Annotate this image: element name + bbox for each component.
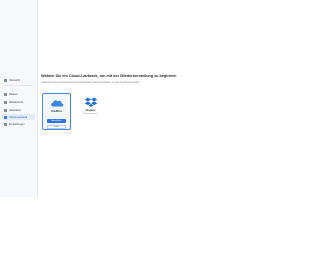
sidebar-item-activity[interactable]: Aktivitäten [2,107,35,113]
provider-status: Nicht verbunden [83,112,98,115]
onedrive-cloud-icon [50,100,63,107]
sidebar-item-overview[interactable]: Übersicht [2,77,35,83]
sign-in-button[interactable]: Anmelden [47,119,66,123]
gear-icon [4,122,7,126]
sidebar-item-label: Cloud-Laufwerk [9,115,28,119]
sidebar-item-cloud-drive[interactable]: Cloud-Laufwerk [2,114,35,120]
sidebar-item-label: Aktivitäten [9,108,21,112]
sidebar-item-settings[interactable]: Einstellungen [2,121,35,127]
sidebar: Übersicht Dateien Wiederherst. Aktivität… [0,0,38,197]
local-button[interactable]: Lokal [47,124,66,129]
provider-card-dropbox[interactable]: Dropbox Nicht verbunden [76,93,105,130]
provider-card-onedrive[interactable]: OneDrive Anmelden Lokal [42,93,71,130]
sidebar-item-label: Einstellungen [9,122,25,126]
provider-name: OneDrive [51,110,62,113]
sidebar-item-files[interactable]: Dateien [2,91,35,97]
cloud-icon [4,115,7,119]
dropbox-icon [84,97,97,107]
sidebar-item-label: Wiederherst. [9,100,24,104]
home-icon [4,78,7,82]
activity-icon [4,108,7,112]
sidebar-item-label: Dateien [9,92,18,96]
sidebar-item-label: Übersicht [9,78,20,82]
page-title: Wählen Sie ein Cloud-Laufwerk, um mit de… [41,74,177,78]
sidebar-divider [4,85,33,86]
sidebar-item-restore[interactable]: Wiederherst. [2,99,35,105]
restore-icon [4,100,7,104]
page-subtitle: Verbinden Sie ein Cloud-Konto und durchs… [41,81,141,84]
folder-icon [4,92,7,96]
